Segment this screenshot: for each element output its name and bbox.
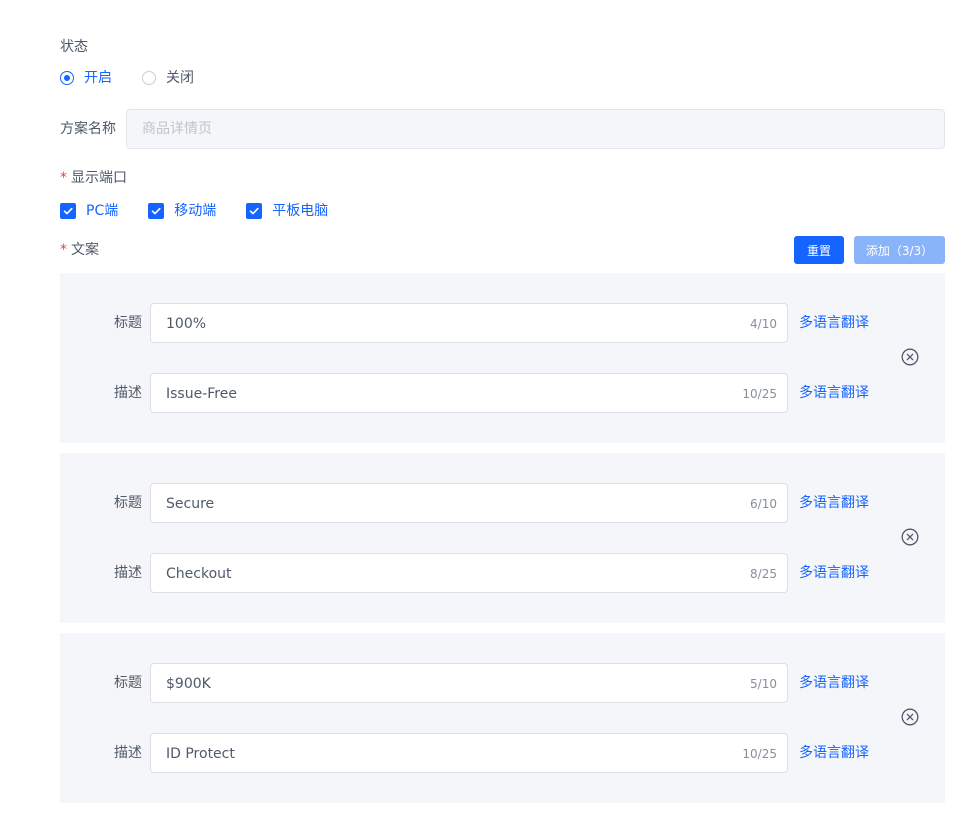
remove-circle-icon[interactable] <box>901 708 919 726</box>
radio-checked-icon <box>60 71 74 85</box>
ports-checkbox-group: PC端 移动端 平板电脑 <box>60 201 358 221</box>
desc-label: 描述 <box>114 745 142 761</box>
desc-char-count: 8/25 <box>750 567 777 581</box>
copy-card: 标题 100% 4/10 多语言翻译 描述 Issue-Free 10/25 多… <box>60 273 945 443</box>
checkbox-checked-icon <box>246 203 263 219</box>
status-label: 状态 <box>60 39 88 55</box>
copy-desc-row: 描述 ID Protect 10/25 多语言翻译 <box>60 733 945 773</box>
desc-input[interactable]: ID Protect 10/25 <box>150 733 788 773</box>
title-input[interactable]: Secure 6/10 <box>150 483 788 523</box>
title-char-count: 4/10 <box>750 317 777 331</box>
title-label: 标题 <box>114 495 142 511</box>
title-value: 100% <box>166 316 207 332</box>
radio-unchecked-icon <box>142 71 156 85</box>
title-char-count: 5/10 <box>750 677 777 691</box>
copy-desc-row: 描述 Issue-Free 10/25 多语言翻译 <box>60 373 945 413</box>
translate-link[interactable]: 多语言翻译 <box>799 563 869 583</box>
port-checkbox-tablet-label: 平板电脑 <box>272 203 329 219</box>
title-label: 标题 <box>114 675 142 691</box>
status-radio-on-label: 开启 <box>84 70 112 86</box>
translate-link[interactable]: 多语言翻译 <box>799 493 869 513</box>
copy-title-row: 标题 100% 4/10 多语言翻译 <box>60 303 945 343</box>
status-radio-off-label: 关闭 <box>166 70 194 86</box>
desc-char-count: 10/25 <box>742 387 777 401</box>
ports-label-wrap: * 显示端口 <box>60 168 127 188</box>
remove-circle-icon[interactable] <box>901 348 919 366</box>
port-checkbox-mobile[interactable]: 移动端 <box>148 201 216 221</box>
ports-label: 显示端口 <box>71 170 127 186</box>
desc-value: ID Protect <box>166 746 235 762</box>
required-mark: * <box>60 170 67 186</box>
translate-link[interactable]: 多语言翻译 <box>799 313 869 333</box>
title-label: 标题 <box>114 315 142 331</box>
port-checkbox-pc-label: PC端 <box>86 203 119 219</box>
desc-char-count: 10/25 <box>742 747 777 761</box>
copy-card: 标题 $900K 5/10 多语言翻译 描述 ID Protect 10/25 … <box>60 633 945 803</box>
port-checkbox-tablet[interactable]: 平板电脑 <box>246 201 328 221</box>
title-char-count: 6/10 <box>750 497 777 511</box>
checkbox-checked-icon <box>148 203 165 219</box>
checkbox-checked-icon <box>60 203 76 219</box>
port-checkbox-mobile-label: 移动端 <box>174 203 217 219</box>
status-radio-group: 开启 关闭 <box>60 68 224 88</box>
port-checkbox-pc[interactable]: PC端 <box>60 201 118 221</box>
desc-label: 描述 <box>114 565 142 581</box>
plan-name-label: 方案名称 <box>60 121 116 137</box>
desc-input[interactable]: Checkout 8/25 <box>150 553 788 593</box>
translate-link[interactable]: 多语言翻译 <box>799 743 869 763</box>
translate-link[interactable]: 多语言翻译 <box>799 673 869 693</box>
desc-label: 描述 <box>114 385 142 401</box>
title-input[interactable]: $900K 5/10 <box>150 663 788 703</box>
plan-name-input[interactable] <box>126 109 945 149</box>
desc-value: Checkout <box>166 566 232 582</box>
title-input[interactable]: 100% 4/10 <box>150 303 788 343</box>
copy-desc-row: 描述 Checkout 8/25 多语言翻译 <box>60 553 945 593</box>
title-value: Secure <box>166 496 215 512</box>
required-mark: * <box>60 242 67 258</box>
copy-title-row: 标题 $900K 5/10 多语言翻译 <box>60 663 945 703</box>
status-radio-on[interactable]: 开启 <box>60 68 112 88</box>
title-value: $900K <box>166 676 211 692</box>
reset-button[interactable]: 重置 <box>794 236 844 264</box>
copy-label: 文案 <box>71 242 99 258</box>
desc-input[interactable]: Issue-Free 10/25 <box>150 373 788 413</box>
copy-card: 标题 Secure 6/10 多语言翻译 描述 Checkout 8/25 多语… <box>60 453 945 623</box>
copy-title-row: 标题 Secure 6/10 多语言翻译 <box>60 483 945 523</box>
copy-label-wrap: * 文案 <box>60 240 99 260</box>
status-radio-off[interactable]: 关闭 <box>142 68 194 88</box>
translate-link[interactable]: 多语言翻译 <box>799 383 869 403</box>
remove-circle-icon[interactable] <box>901 528 919 546</box>
add-copy-button[interactable]: 添加（3/3） <box>854 236 945 264</box>
desc-value: Issue-Free <box>166 386 237 402</box>
